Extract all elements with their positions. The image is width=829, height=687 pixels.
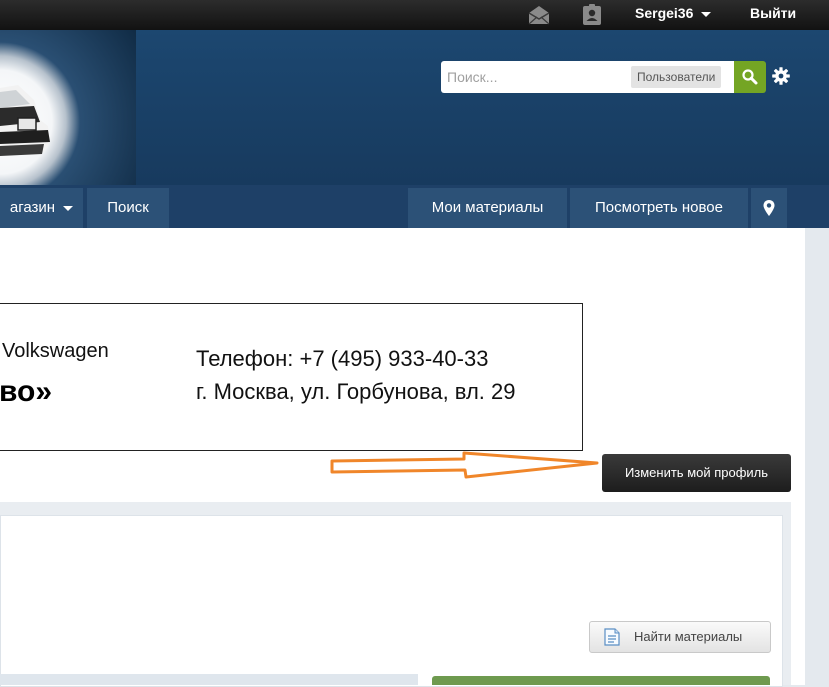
nav-item-location[interactable] [751,188,787,228]
nav-item-label: Поиск [107,199,149,216]
car-logo-image [0,85,50,156]
main-nav: агазин Поиск Мои материалы Посмотреть но… [0,185,829,228]
chevron-down-icon [63,205,74,211]
nav-item-label: Мои материалы [431,199,544,216]
bottom-tab-bar [0,674,418,685]
nav-item-label: агазин [9,199,56,216]
top-bar: Sergei36 Выйти [0,0,829,30]
search-input[interactable] [441,61,638,93]
username: Sergei36 [635,5,694,21]
search-button[interactable] [734,61,766,93]
nav-item-shop[interactable]: агазин [0,188,83,228]
map-pin-icon [763,200,775,217]
nav-item-view-new[interactable]: Посмотреть новое [570,188,748,228]
nav-item-label: Посмотреть новое [595,199,723,216]
find-content-label: Найти материалы [634,629,743,644]
logout-link[interactable]: Выйти [750,5,796,21]
main-content: Volkswagen во» Телефон: +7 (495) 933-40-… [0,228,805,687]
user-menu[interactable]: Sergei36 [635,5,712,21]
content-panel-body: Найти материалы [0,515,783,687]
nav-item-my-content[interactable]: Мои материалы [408,188,567,228]
banner-brand: Volkswagen [2,340,109,362]
edit-profile-button[interactable]: Изменить мой профиль [602,454,791,492]
profile-banner-image: Volkswagen во» Телефон: +7 (495) 933-40-… [0,303,583,451]
annotation-arrow [330,451,599,479]
notifications-icon[interactable] [580,4,604,26]
find-content-button[interactable]: Найти материалы [589,621,771,653]
messages-icon[interactable] [527,4,551,26]
banner-company-name: во» [0,375,53,408]
content-panel: Найти материалы [0,502,791,687]
document-icon [604,628,620,646]
gear-icon[interactable] [771,66,791,86]
nav-item-search[interactable]: Поиск [87,188,169,228]
banner-address: г. Москва, ул. Горбунова, вл. 29 [196,379,516,404]
search-scope-selector[interactable]: Пользователи [631,66,722,88]
right-gutter [805,228,829,685]
site-logo[interactable] [0,30,136,185]
site-header: Пользователи [0,30,829,185]
bottom-green-bar [432,676,770,685]
banner-phone: Телефон: +7 (495) 933-40-33 [196,346,489,371]
chevron-down-icon [701,11,712,17]
search-icon [742,69,758,85]
search-box: Пользователи [441,61,734,93]
